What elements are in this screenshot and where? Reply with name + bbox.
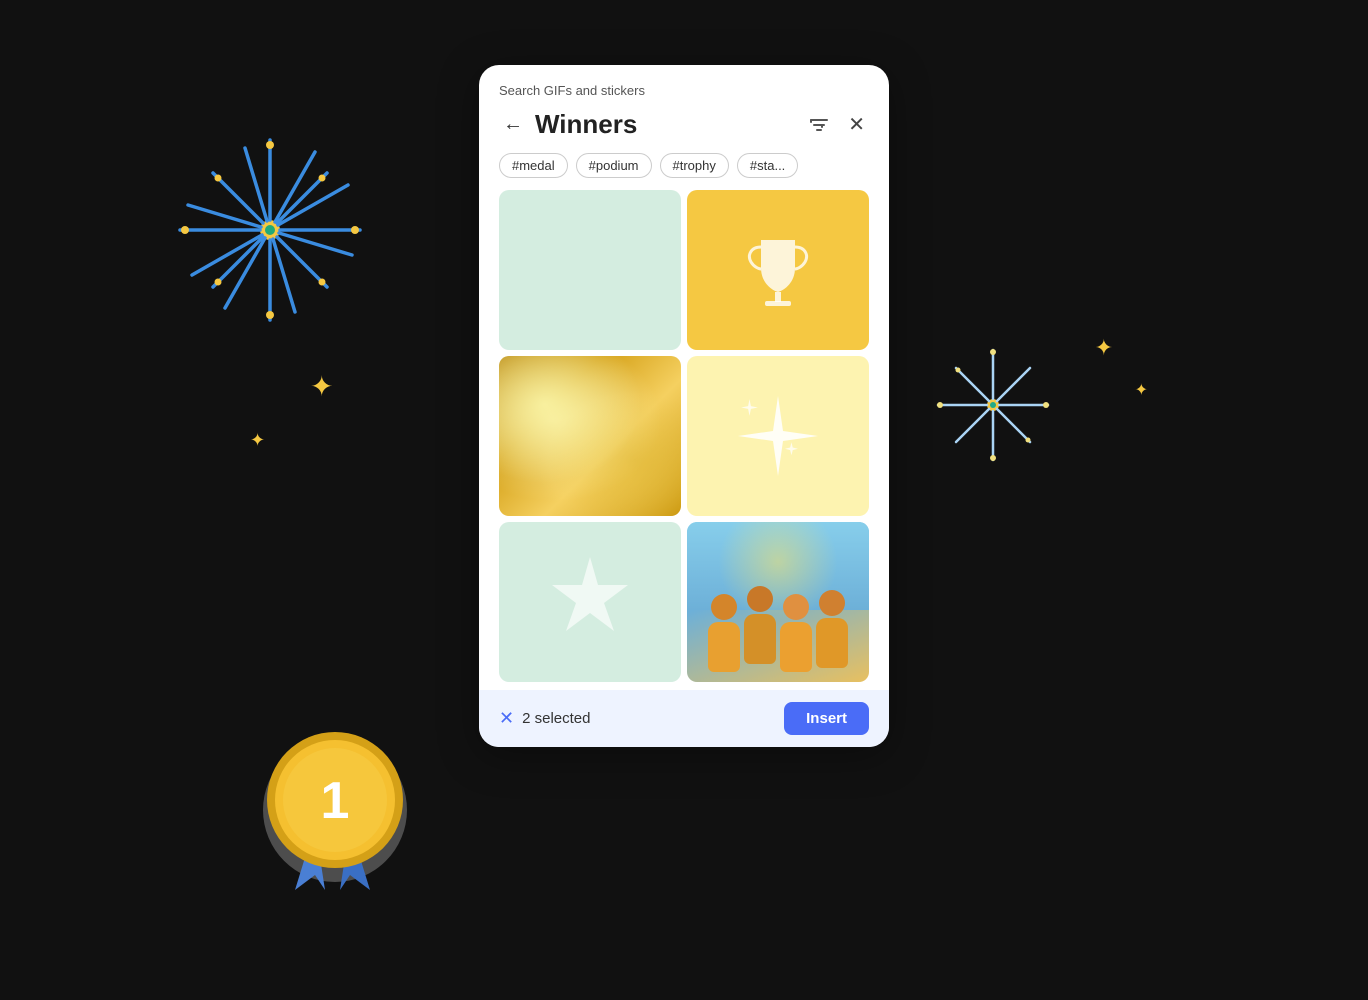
nav-row: ← Winners ✕ [499,108,869,141]
sparkle-stars-icon [718,376,838,496]
selected-info: ✕ 2 selected [499,708,590,729]
star-icon [535,547,645,657]
clear-selection-icon[interactable]: ✕ [499,708,514,729]
tag-podium[interactable]: #podium [576,153,652,178]
firework-blue-decor [160,120,380,340]
gif-cell-1[interactable] [499,190,681,350]
tags-row: #medal #podium #trophy #sta... [479,153,889,190]
close-button[interactable]: ✕ [844,108,869,141]
sparkle-1: ✦ [310,370,333,403]
search-label: Search GIFs and stickers [499,83,869,98]
insert-button[interactable]: Insert [784,702,869,735]
filter-icon [808,114,830,136]
page-title: Winners [535,109,637,140]
dialog-header: Search GIFs and stickers ← Winners [479,65,889,153]
gif-cell-2[interactable] [687,190,869,350]
back-arrow-icon: ← [503,113,523,136]
tag-medal[interactable]: #medal [499,153,568,178]
search-dialog: Search GIFs and stickers ← Winners [479,65,889,747]
medal-badge-decor: 1 [230,670,450,920]
nav-left: ← Winners [499,109,637,140]
gif-grid [479,190,889,682]
tag-star[interactable]: #sta... [737,153,798,178]
filter-button[interactable] [804,110,834,140]
trophy-icon [733,225,823,315]
firework-light-decor [928,340,1058,470]
selected-count: 2 selected [522,710,590,727]
nav-right: ✕ [804,108,869,141]
sparkle-4: ✦ [1135,380,1148,400]
sparkle-2: ✦ [250,430,265,451]
back-button[interactable]: ← [499,111,527,138]
gif-cell-5[interactable] [499,522,681,682]
gif-cell-3[interactable] [499,356,681,516]
tag-trophy[interactable]: #trophy [660,153,729,178]
svg-text:1: 1 [321,772,350,830]
gif-cell-4[interactable] [687,356,869,516]
sparkle-3: ✦ [1095,335,1113,361]
bottom-bar: ✕ 2 selected Insert [479,690,889,747]
gif-cell-6[interactable] [687,522,869,682]
close-icon: ✕ [848,112,865,137]
